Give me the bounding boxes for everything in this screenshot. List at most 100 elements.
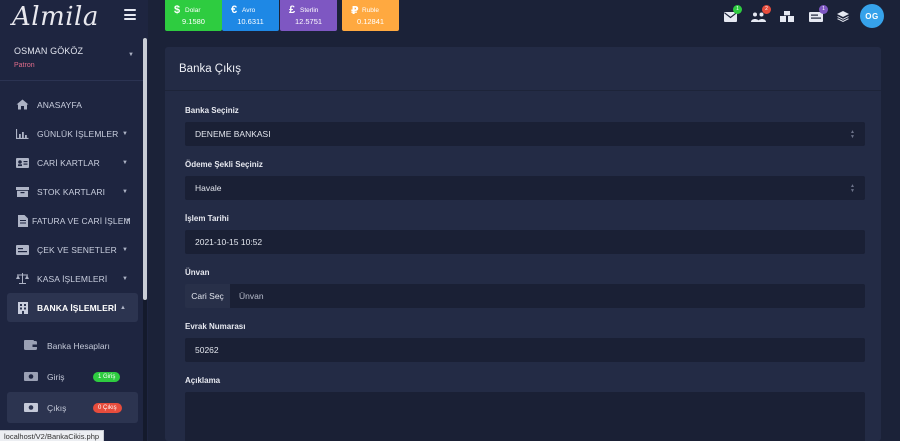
sidebar-item-label: ANASAYFA [37, 99, 83, 110]
currency-value: 0.12841 [356, 17, 385, 26]
document-number-input[interactable]: 50262 [185, 338, 865, 362]
sidebar-subitem-entry[interactable]: Giriş 1 Giriş [0, 361, 145, 392]
select-arrows-icon: ▲ ▼ [850, 129, 855, 140]
sidebar-item-label: CARİ KARTLAR [37, 157, 100, 168]
messages-count-badge: 1 [733, 5, 742, 14]
payment-method-select[interactable]: Havale ▲ ▼ [185, 176, 865, 200]
sidebar-item-accounts[interactable]: CARİ KARTLAR ▼ [0, 148, 145, 177]
balance-icon [16, 273, 29, 284]
user-role: Patron [14, 62, 35, 69]
sidebar-item-label: GÜNLÜK İŞLEMLER [37, 128, 119, 139]
ruble-icon: ₽ [351, 5, 359, 17]
sidebar: Almila OSMAN GÖKÖZ Patron ▼ ANASAYFA GÜN… [0, 0, 148, 441]
notifications-count-badge: 1 [819, 5, 828, 14]
page-title: Banka Çıkış [179, 63, 241, 75]
pound-icon: £ [289, 4, 296, 16]
browser-status-url: localhost/V2/BankaCikis.php [0, 430, 105, 441]
sidebar-item-daily[interactable]: GÜNLÜK İŞLEMLER ▼ [0, 119, 145, 148]
user-avatar[interactable]: OG [860, 4, 884, 28]
file-icon [16, 214, 29, 227]
sidebar-item-label: KASA İŞLEMLERİ [37, 273, 108, 284]
currency-value: 10.6311 [237, 17, 264, 26]
currency-name: Dolar [185, 7, 201, 14]
envelope-icon[interactable]: 1 [724, 5, 742, 27]
chart-icon [16, 128, 29, 139]
sidebar-nav: ANASAYFA GÜNLÜK İŞLEMLER ▼ CARİ KARTLAR … [0, 90, 145, 423]
title-input-group: Cari Seç Ünvan [185, 284, 865, 308]
users-icon[interactable]: 2 [751, 5, 771, 27]
transaction-date-input[interactable]: 2021-10-15 10:52 [185, 230, 865, 254]
bank-select-label: Banka Seçiniz [185, 106, 239, 115]
chevron-down-icon: ▼ [122, 130, 128, 137]
currency-sterlin: £ Sterlin 12.5751 [280, 0, 337, 31]
currency-name: Ruble [362, 7, 379, 14]
sidebar-item-checks[interactable]: ÇEK VE SENETLER ▼ [0, 235, 145, 264]
sidebar-item-invoice[interactable]: FATURA VE CARİ İŞLEM ▼ [0, 206, 145, 235]
menu-toggle-icon[interactable] [124, 9, 136, 20]
money-bill-icon [24, 399, 38, 417]
bank-select-value: DENEME BANKASI [195, 129, 271, 139]
user-menu-caret-icon[interactable]: ▼ [128, 52, 134, 58]
sidebar-item-stock[interactable]: STOK KARTLARI ▼ [0, 177, 145, 206]
payment-method-value: Havale [195, 183, 222, 193]
sidebar-scroll-thumb[interactable] [143, 38, 147, 300]
sidebar-item-label: BANKA İŞLEMLERİ [37, 302, 117, 313]
layers-icon[interactable] [837, 9, 849, 27]
chevron-down-icon: ▼ [122, 275, 128, 282]
title-input[interactable]: Ünvan [230, 284, 865, 308]
divider [0, 80, 145, 81]
currency-value: 12.5751 [294, 17, 323, 26]
description-label: Açıklama [185, 376, 221, 385]
transaction-date-label: İşlem Tarihi [185, 214, 229, 223]
payment-method-label: Ödeme Şekli Seçiniz [185, 160, 263, 169]
description-textarea[interactable] [185, 392, 865, 441]
home-icon [16, 99, 29, 110]
title-label: Ünvan [185, 268, 210, 277]
currency-value: 9.1580 [182, 17, 205, 26]
chevron-down-icon: ▼ [122, 246, 128, 253]
sidebar-item-bank[interactable]: BANKA İŞLEMLERİ ▲ [7, 293, 138, 322]
select-arrows-icon: ▲ ▼ [850, 183, 855, 194]
document-number-value: 50262 [195, 345, 219, 355]
id-card-icon [16, 157, 29, 168]
sidebar-subitem-label: Çıkış [47, 402, 67, 413]
exit-count-badge: 0 Çıkış [93, 402, 122, 413]
brand-logo[interactable]: Almila [12, 2, 99, 32]
bank-select[interactable]: DENEME BANKASI ▲ ▼ [185, 122, 865, 146]
users-count-badge: 2 [762, 5, 771, 14]
transaction-date-value: 2021-10-15 10:52 [195, 237, 263, 247]
select-account-button[interactable]: Cari Seç [185, 284, 230, 308]
currency-name: Sterlin [300, 7, 319, 14]
cubes-icon[interactable] [780, 9, 794, 27]
sidebar-subitem-label: Banka Hesapları [47, 340, 110, 351]
building-icon [16, 301, 29, 314]
wallet-icon [24, 337, 37, 355]
currency-ruble: ₽ Ruble 0.12841 [342, 0, 399, 31]
chevron-up-icon: ▲ [120, 304, 126, 311]
currency-avro: € Avro 10.6311 [222, 0, 279, 31]
money-bill-icon [24, 368, 38, 386]
euro-icon: € [231, 4, 238, 16]
sidebar-item-label: FATURA VE CARİ İŞLEM [32, 215, 131, 226]
dollar-icon: $ [174, 4, 181, 16]
sidebar-subitem-exit[interactable]: Çıkış 0 Çıkış [7, 392, 138, 423]
money-check-icon [16, 244, 29, 255]
chevron-down-icon: ▼ [122, 188, 128, 195]
box-icon [16, 186, 29, 197]
chevron-down-icon: ▼ [122, 159, 128, 166]
sidebar-item-home[interactable]: ANASAYFA [0, 90, 145, 119]
chevron-down-icon: ▼ [125, 217, 131, 224]
sidebar-scrollbar[interactable] [143, 38, 147, 441]
document-number-label: Evrak Numarası [185, 322, 246, 331]
entry-count-badge: 1 Giriş [93, 371, 121, 382]
sidebar-subitem-label: Giriş [47, 371, 65, 382]
sidebar-item-cash[interactable]: KASA İŞLEMLERİ ▼ [0, 264, 145, 293]
sidebar-subitem-bank-accounts[interactable]: Banka Hesapları [0, 330, 145, 361]
card-header: Banka Çıkış [165, 47, 881, 91]
currency-dolar: $ Dolar 9.1580 [165, 0, 222, 31]
sidebar-item-label: ÇEK VE SENETLER [37, 244, 117, 255]
sidebar-item-label: STOK KARTLARI [37, 186, 106, 197]
message-icon[interactable]: 1 [809, 5, 828, 27]
currency-name: Avro [242, 7, 256, 14]
user-name[interactable]: OSMAN GÖKÖZ [14, 46, 83, 56]
